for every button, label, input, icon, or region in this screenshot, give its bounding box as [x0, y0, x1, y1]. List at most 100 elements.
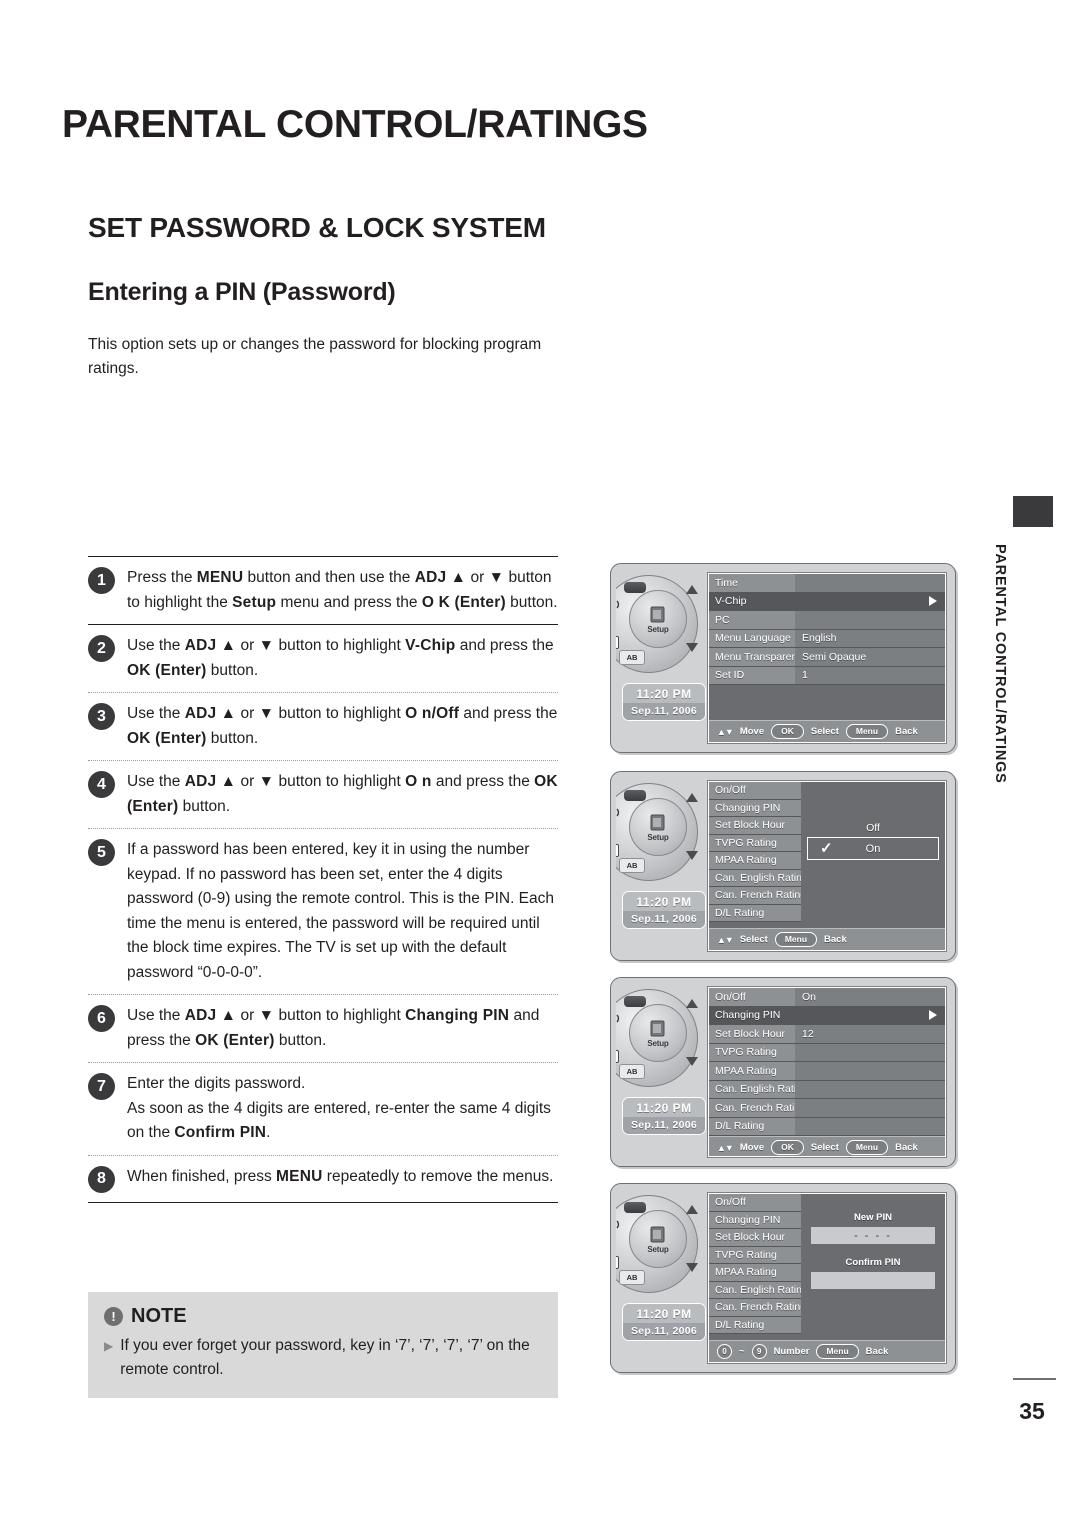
page-footer-rule — [1013, 1378, 1056, 1380]
osd-row-value — [795, 1006, 945, 1024]
arrow-down-icon[interactable] — [686, 1263, 698, 1272]
option-on-selected[interactable]: ✓ On — [807, 837, 939, 860]
setup-button[interactable]: Setup — [629, 1004, 687, 1062]
osd-row-value — [795, 1062, 945, 1080]
footer-back-label: Back — [865, 1346, 889, 1357]
osd-row-selected[interactable]: V-Chip — [709, 592, 945, 611]
picture-icon — [624, 790, 646, 801]
osd-row-label: Changing PIN — [709, 1006, 795, 1024]
osd-row[interactable]: D/L Rating — [709, 1117, 945, 1136]
osd-list-item[interactable]: Changing PIN — [709, 1211, 801, 1229]
arrow-up-icon[interactable] — [686, 585, 698, 594]
osd-list-item[interactable]: TVPG Rating — [709, 834, 801, 852]
osd-row-label: MPAA Rating — [709, 1062, 795, 1080]
osd-list-item[interactable]: Changing PIN — [709, 799, 801, 817]
osd-list-item[interactable]: MPAA Rating — [709, 1264, 801, 1282]
osd-row[interactable]: TVPG Rating — [709, 1043, 945, 1062]
osd-row[interactable]: On/Off On — [709, 988, 945, 1007]
osd-row-value — [795, 1117, 945, 1135]
note-body: ▶ If you ever forget your password, key … — [104, 1334, 542, 1382]
ab-button[interactable]: AB — [619, 650, 645, 665]
ta-button[interactable]: T/A — [616, 636, 619, 649]
setup-button[interactable]: Setup — [629, 590, 687, 648]
speaker-glyph — [616, 1220, 620, 1229]
ok-button[interactable]: OK — [771, 1140, 804, 1155]
osd-row-value — [795, 1043, 945, 1061]
clock-widget: 11:20 PM Sep.11, 2006 — [622, 683, 706, 721]
osd-list-item[interactable]: On/Off — [709, 782, 801, 800]
osd-row[interactable]: Time — [709, 574, 945, 593]
picture-icon — [624, 996, 646, 1007]
subsection-title: Entering a PIN (Password) — [88, 278, 396, 306]
arrow-up-icon[interactable] — [686, 793, 698, 802]
osd-list-item[interactable]: Set Block Hour — [709, 1229, 801, 1247]
osd-row[interactable]: Can. French Rating — [709, 1099, 945, 1118]
arrow-down-icon[interactable] — [686, 1057, 698, 1066]
setup-button[interactable]: Setup — [629, 1210, 687, 1268]
osd-row-value: Semi Opaque — [795, 648, 945, 666]
osd-list-item[interactable]: MPAA Rating — [709, 852, 801, 870]
clock-widget: 11:20 PM Sep.11, 2006 — [622, 1303, 706, 1341]
pin-entry-dialog: New PIN - - - - Confirm PIN — [801, 1194, 945, 1289]
ta-button[interactable]: T/A — [616, 1256, 619, 1269]
osd-row-value: On — [795, 988, 945, 1006]
step-item: 5 If a password has been entered, key it… — [88, 829, 558, 994]
note-text: If you ever forget your password, key in… — [120, 1337, 530, 1378]
new-pin-field[interactable]: - - - - — [811, 1227, 935, 1244]
page-number: 35 — [1019, 1398, 1045, 1424]
osd-screen: On/Off Changing PIN Set Block Hour TVPG … — [707, 1192, 947, 1364]
osd-row-label: On/Off — [709, 988, 795, 1006]
osd-row-value — [795, 592, 945, 610]
arrow-down-icon[interactable] — [686, 643, 698, 652]
osd-list-item[interactable]: D/L Rating — [709, 904, 801, 922]
antenna-glyph: HH — [616, 1030, 618, 1046]
osd-list-item[interactable]: Can. French Rating — [709, 1299, 806, 1317]
osd-row-value — [795, 1080, 945, 1098]
digit-nine-icon: 9 — [751, 1344, 767, 1359]
setup-label: Setup — [647, 624, 669, 634]
menu-button[interactable]: Menu — [845, 1140, 889, 1155]
ok-button[interactable]: OK — [771, 724, 804, 739]
menu-button[interactable]: Menu — [845, 724, 889, 739]
confirm-pin-field[interactable] — [811, 1272, 935, 1289]
steps-bottom-rule — [88, 1201, 558, 1203]
picture-icon — [624, 1202, 646, 1213]
ta-button[interactable]: T/A — [616, 844, 619, 857]
setup-button[interactable]: Setup — [629, 798, 687, 856]
osd-list-item[interactable]: Can. French Rating — [709, 887, 806, 905]
osd-row[interactable]: Set Block Hour 12 — [709, 1025, 945, 1044]
osd-list-item[interactable]: Can. English Rating — [709, 1281, 808, 1299]
osd-row[interactable]: Can. English Rating — [709, 1080, 945, 1099]
up-down-arrows-icon: ▲▼ — [717, 1142, 734, 1153]
osd-list-item[interactable]: Can. English Rating — [709, 869, 808, 887]
arrow-up-icon[interactable] — [686, 999, 698, 1008]
volume-icon — [616, 1217, 624, 1232]
osd-list-item[interactable]: Set Block Hour — [709, 817, 801, 835]
osd-list-item[interactable]: TVPG Rating — [709, 1246, 801, 1264]
osd-row[interactable]: Menu Language English — [709, 629, 945, 648]
osd-right-pane: Off ✓ On — [801, 782, 945, 928]
ab-button[interactable]: AB — [619, 858, 645, 873]
osd-list-item[interactable]: D/L Rating — [709, 1316, 801, 1334]
arrow-down-icon[interactable] — [686, 851, 698, 860]
ta-button[interactable]: T/A — [616, 1050, 619, 1063]
osd-row[interactable]: Menu Transparency Semi Opaque — [709, 648, 945, 667]
option-off[interactable]: Off — [807, 822, 939, 834]
osd-row[interactable]: MPAA Rating — [709, 1062, 945, 1081]
osd-row-label: D/L Rating — [709, 1117, 795, 1135]
bullet-arrow-icon: ▶ — [104, 1339, 114, 1353]
menu-button[interactable]: Menu — [816, 1344, 859, 1359]
antenna-glyph: HH — [616, 1236, 618, 1252]
note-header: ! NOTE — [104, 1305, 542, 1328]
arrow-up-icon[interactable] — [686, 1205, 698, 1214]
ab-button[interactable]: AB — [619, 1064, 645, 1079]
footer-back-label: Back — [895, 1142, 918, 1153]
volume-icon — [616, 805, 624, 820]
ab-button[interactable]: AB — [619, 1270, 645, 1285]
menu-button[interactable]: Menu — [774, 932, 818, 947]
osd-row-selected[interactable]: Changing PIN — [709, 1006, 945, 1025]
osd-row[interactable]: Set ID 1 — [709, 666, 945, 685]
osd-row[interactable]: PC — [709, 611, 945, 630]
osd-list-item[interactable]: On/Off — [709, 1194, 801, 1212]
footer-number-label: Number — [773, 1346, 810, 1357]
